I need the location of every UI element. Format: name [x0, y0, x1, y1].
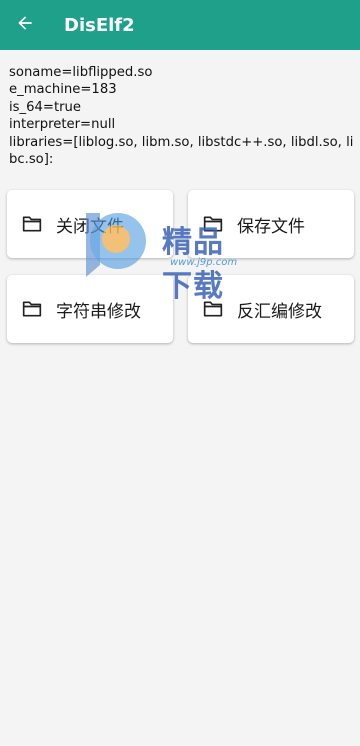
folder-icon	[203, 214, 223, 234]
elf-info: soname=libflipped.so e_machine=183 is_64…	[9, 64, 354, 168]
save-file-label: 保存文件	[237, 216, 305, 237]
app-title: DisElf2	[64, 14, 135, 36]
watermark-url: www.j9p.com	[170, 257, 238, 268]
info-line: is_64=true	[9, 99, 82, 115]
close-file-label: 关闭文件	[56, 216, 124, 237]
edit-strings-label: 字符串修改	[56, 301, 141, 322]
info-line: interpreter=null	[9, 117, 116, 133]
edit-disassembly-button[interactable]: 反汇编修改	[188, 275, 354, 343]
folder-icon	[22, 214, 42, 234]
info-line: e_machine=183	[9, 82, 117, 98]
app-bar: DisElf2	[0, 0, 360, 50]
folder-icon	[203, 299, 223, 319]
close-file-button[interactable]: 关闭文件	[7, 190, 173, 258]
save-file-button[interactable]: 保存文件	[188, 190, 354, 258]
info-line: libraries=[liblog.so, libm.so, libstdc++…	[9, 134, 354, 168]
info-line: soname=libflipped.so	[9, 65, 153, 80]
folder-icon	[22, 299, 42, 319]
edit-disassembly-label: 反汇编修改	[237, 301, 322, 322]
arrow-left-icon	[15, 13, 35, 37]
edit-strings-button[interactable]: 字符串修改	[7, 275, 173, 343]
back-button[interactable]	[0, 0, 50, 50]
